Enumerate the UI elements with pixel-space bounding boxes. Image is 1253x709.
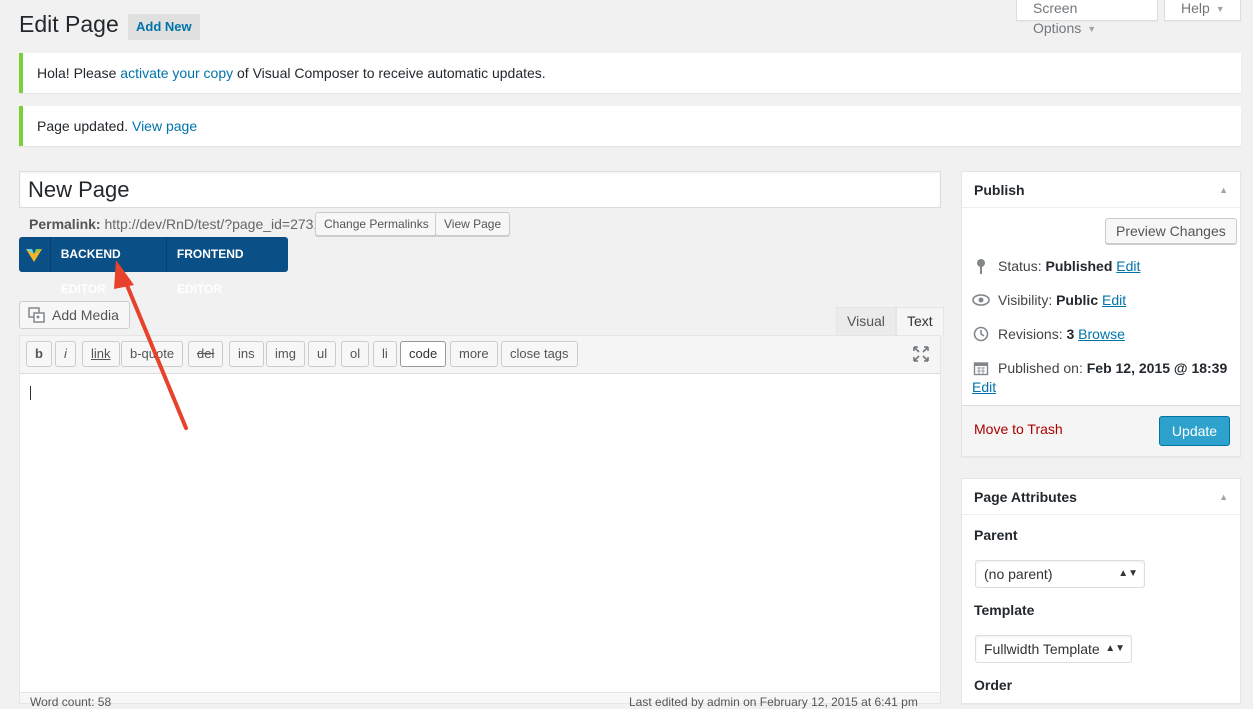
edit-visibility-link[interactable]: Edit	[1102, 292, 1126, 308]
visibility-label: Visibility:	[998, 292, 1053, 308]
parent-select-value: (no parent)	[984, 566, 1053, 582]
calendar-icon	[972, 359, 990, 377]
published-label: Published on:	[998, 360, 1083, 376]
status-row: Status: Published Edit	[972, 257, 1140, 275]
select-arrows-icon: ▲▼	[1118, 568, 1138, 579]
edit-date-link[interactable]: Edit	[972, 379, 996, 395]
visibility-row: Visibility: Public Edit	[972, 291, 1126, 309]
revisions-icon	[972, 325, 990, 343]
status-label: Status:	[998, 258, 1042, 274]
eye-icon	[972, 291, 990, 309]
browse-revisions-link[interactable]: Browse	[1078, 326, 1125, 342]
parent-label: Parent	[974, 527, 1018, 543]
template-label: Template	[974, 602, 1035, 618]
visibility-value: Public	[1056, 292, 1099, 308]
select-arrows-icon: ▲▼	[1105, 643, 1125, 654]
move-to-trash-link[interactable]: Move to Trash	[974, 421, 1063, 437]
published-on-row: Published on: Feb 12, 2015 @ 18:39	[972, 359, 1227, 377]
revisions-label: Revisions:	[998, 326, 1063, 342]
collapse-arrow-icon[interactable]: ▲	[1219, 172, 1228, 208]
publish-box-header[interactable]: Publish ▲	[962, 172, 1240, 208]
published-value: Feb 12, 2015 @ 18:39	[1086, 360, 1228, 376]
template-select-value: Fullwidth Template	[984, 641, 1100, 657]
template-select[interactable]: Fullwidth Template ▲▼	[975, 635, 1132, 663]
parent-select[interactable]: (no parent) ▲▼	[975, 560, 1145, 588]
status-value: Published	[1045, 258, 1113, 274]
page-attributes-box: Page Attributes ▲	[961, 478, 1241, 704]
collapse-arrow-icon[interactable]: ▲	[1219, 479, 1228, 515]
update-button[interactable]: Update	[1159, 416, 1230, 446]
order-label: Order	[974, 677, 1013, 693]
page-attributes-title: Page Attributes	[974, 489, 1077, 505]
revisions-value: 3	[1066, 326, 1075, 342]
revisions-row: Revisions: 3 Browse	[972, 325, 1125, 343]
pin-icon	[972, 257, 990, 275]
edit-status-link[interactable]: Edit	[1116, 258, 1140, 274]
preview-changes-button[interactable]: Preview Changes	[1105, 218, 1237, 244]
page-attributes-header[interactable]: Page Attributes ▲	[962, 479, 1240, 515]
publish-title: Publish	[974, 182, 1025, 198]
